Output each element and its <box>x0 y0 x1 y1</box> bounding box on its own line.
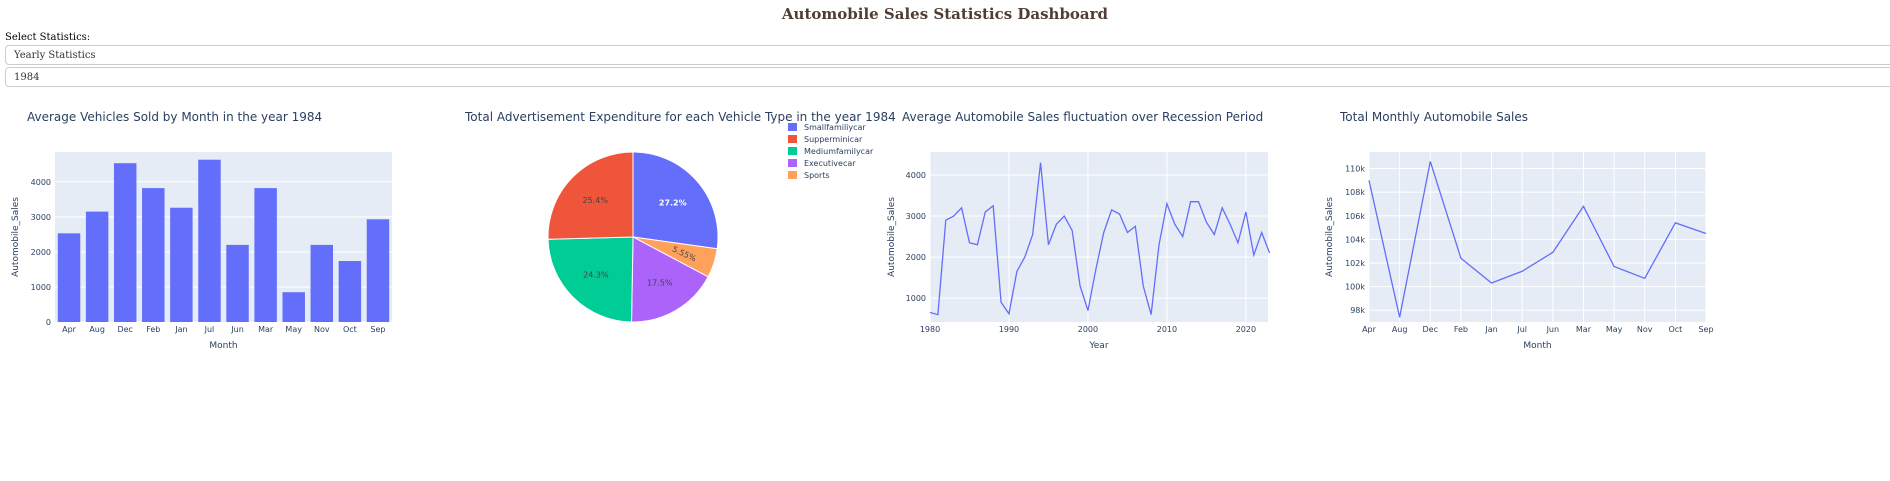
x-axis-label: Year <box>1088 341 1108 351</box>
x-tick-label: 2000 <box>1078 325 1098 334</box>
x-tick-label: Feb <box>1454 325 1468 334</box>
bar-jul <box>198 159 221 322</box>
y-tick-label: 102k <box>1345 259 1365 268</box>
pie-slice-label: 27.2% <box>659 198 687 207</box>
x-tick-label: Oct <box>343 325 357 334</box>
chart-title: Total Advertisement Expenditure for each… <box>465 110 896 124</box>
x-tick-label: Oct <box>1668 325 1682 334</box>
bar-nov <box>310 244 334 322</box>
legend-item-label: Executivecar <box>804 159 856 168</box>
bar-aug <box>85 211 109 322</box>
statistics-dropdown[interactable]: Yearly Statistics <box>5 45 1890 65</box>
pie-chart-svg: 27.2%5.55%17.5%24.3%25.4%Smallfamiliycar… <box>547 123 874 323</box>
y-tick-label: 4000 <box>906 171 926 180</box>
x-axis-label: Month <box>209 341 237 351</box>
year-dropdown[interactable]: 1984 <box>5 67 1890 87</box>
legend-item-label: Mediumfamilycar <box>804 147 874 156</box>
x-tick-label: Sep <box>370 325 385 334</box>
legend-item-label: Sports <box>804 171 830 180</box>
y-tick-label: 100k <box>1345 283 1365 292</box>
page-title: Automobile Sales Statistics Dashboard <box>781 5 1109 23</box>
pie-slice-label: 25.4% <box>583 196 609 205</box>
x-tick-label: Aug <box>89 325 105 334</box>
x-tick-label: Jun <box>230 325 244 334</box>
x-tick-label: Jan <box>174 325 187 334</box>
y-tick-label: 1000 <box>31 283 51 292</box>
legend-swatch <box>788 123 797 131</box>
recession-line-chart: Average Automobile Sales fluctuation ove… <box>876 100 1314 360</box>
bar-sep <box>366 219 390 322</box>
y-tick-label: 3000 <box>906 212 926 221</box>
legend-swatch <box>788 171 797 179</box>
x-tick-label: Jun <box>1546 325 1560 334</box>
pie-slice-mediumfamilycar <box>547 236 634 323</box>
y-tick-label: 2000 <box>31 248 51 257</box>
legend-swatch <box>788 147 797 155</box>
year-dropdown-value: 1984 <box>14 72 40 83</box>
plot-area <box>930 152 1268 322</box>
x-tick-label: Dec <box>117 325 132 334</box>
bar-chart-svg: 0 1000 2000 3000 4000 Month Automobile_Sales Ap… <box>11 152 392 351</box>
pie-slice-label: 17.5% <box>647 278 673 287</box>
legend-swatch <box>788 159 797 167</box>
bar-jan <box>170 207 193 322</box>
x-tick-label: 1990 <box>999 325 1019 334</box>
x-tick-label: Mar <box>258 325 274 334</box>
x-tick-label: 2010 <box>1157 325 1177 334</box>
legend-swatch <box>788 135 797 143</box>
x-tick-label: Aug <box>1392 325 1408 334</box>
y-tick-label: 104k <box>1345 235 1365 244</box>
x-tick-label: Jan <box>1484 325 1497 334</box>
x-tick-label: Apr <box>1362 325 1377 334</box>
bar-oct <box>338 261 362 322</box>
bar-dec <box>113 163 137 322</box>
chart-title: Average Vehicles Sold by Month in the ye… <box>27 110 323 124</box>
pie-slice-label: 24.3% <box>583 270 609 279</box>
bar-jun <box>226 244 249 322</box>
x-tick-label: Dec <box>1423 325 1438 334</box>
y-tick-label: 98k <box>1350 306 1365 315</box>
ad-expenditure-pie-chart: Total Advertisement Expenditure for each… <box>438 100 896 360</box>
bar-mar <box>254 188 277 322</box>
x-tick-label: Jul <box>204 325 215 334</box>
y-tick-label: 0 <box>46 318 51 327</box>
x-tick-label: Sep <box>1698 325 1713 334</box>
y-axis-label: Automobile_Sales <box>11 197 21 277</box>
x-tick-label: 2020 <box>1236 325 1256 334</box>
monthly-sales-line-chart: Total Monthly Automobile Sales 98k 100k 10… <box>1314 100 1752 360</box>
y-axis-label: Automobile_Sales <box>1325 197 1335 277</box>
bar-feb <box>142 188 165 322</box>
x-tick-label: Nov <box>314 325 330 334</box>
x-tick-label: Feb <box>146 325 160 334</box>
y-tick-label: 108k <box>1345 188 1365 197</box>
x-tick-label: Mar <box>1576 325 1592 334</box>
recession-line-svg: 1000 2000 3000 4000 1980 1990 2000 2010 2020 Year… <box>887 152 1271 351</box>
x-tick-label: Nov <box>1637 325 1653 334</box>
y-tick-label: 3000 <box>31 213 51 222</box>
legend-item-label: Supperminicar <box>804 135 863 144</box>
chart-title: Total Monthly Automobile Sales <box>1340 110 1529 124</box>
bar-apr <box>57 233 81 322</box>
statistics-dropdown-value: Yearly Statistics <box>14 50 96 61</box>
x-tick-label: May <box>1606 325 1623 334</box>
x-tick-label: Apr <box>62 325 77 334</box>
y-tick-label: 106k <box>1345 212 1365 221</box>
monthly-line-svg: 98k 100k 102k 104k 106k 108k 110k Month Automobi… <box>1325 152 1714 351</box>
y-axis-label: Automobile_Sales <box>887 197 897 277</box>
y-tick-label: 4000 <box>31 178 51 187</box>
x-tick-label: May <box>285 325 302 334</box>
bar-may <box>282 292 305 322</box>
y-tick-label: 110k <box>1345 165 1365 174</box>
select-statistics-label: Select Statistics: <box>5 32 91 43</box>
x-tick-label: 1980 <box>920 325 940 334</box>
chart-title: Average Automobile Sales fluctuation ove… <box>902 110 1264 124</box>
y-tick-label: 2000 <box>906 253 926 262</box>
legend-item-label: Smallfamiliycar <box>804 123 866 132</box>
monthly-bar-chart: Average Vehicles Sold by Month in the ye… <box>0 100 438 360</box>
x-axis-label: Month <box>1523 341 1551 351</box>
x-tick-label: Jul <box>1516 325 1527 334</box>
plot-area <box>1369 152 1706 322</box>
y-tick-label: 1000 <box>906 294 926 303</box>
